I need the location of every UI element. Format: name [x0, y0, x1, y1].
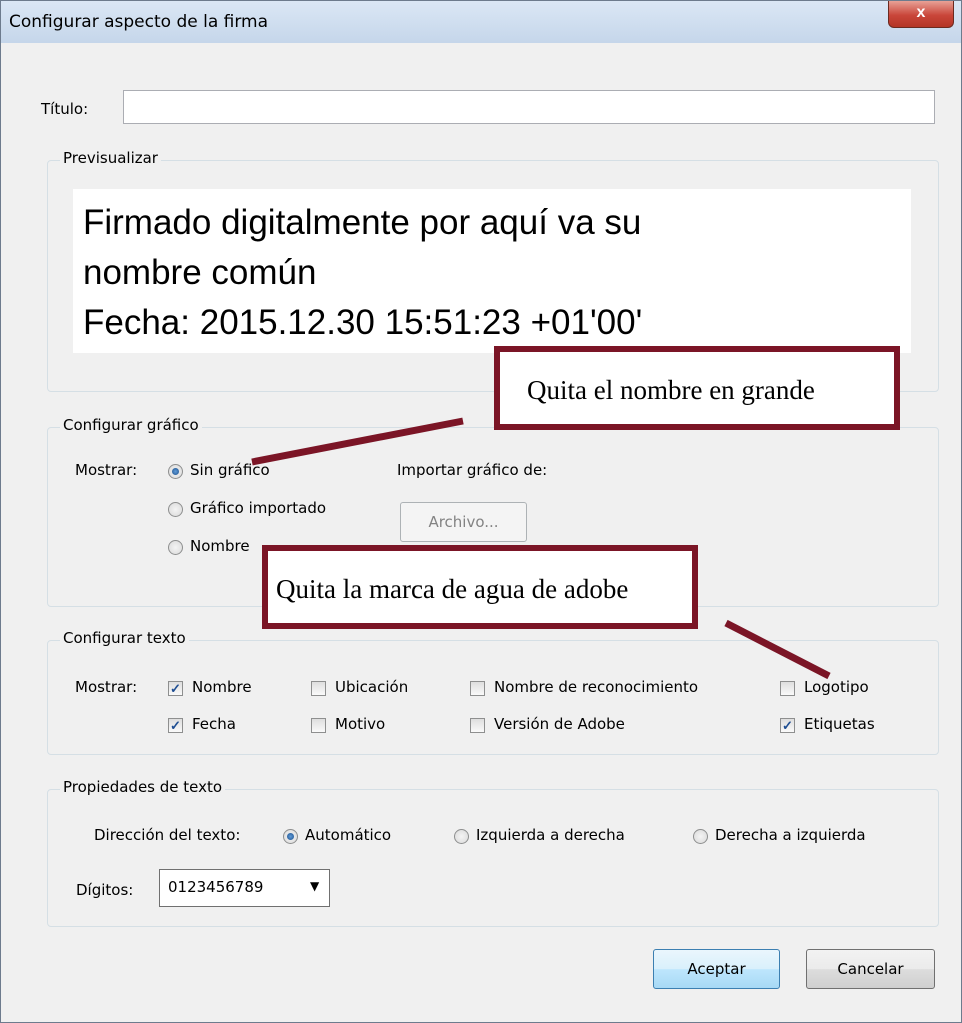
- callout-1-pointer: [251, 417, 464, 466]
- annotation-lines: [251, 417, 831, 680]
- annotation-callout-2: Quita la marca de agua de adobe: [262, 545, 698, 629]
- callout-2-pointer: [724, 619, 831, 680]
- annotation-callout-1: Quita el nombre en grande: [494, 346, 900, 430]
